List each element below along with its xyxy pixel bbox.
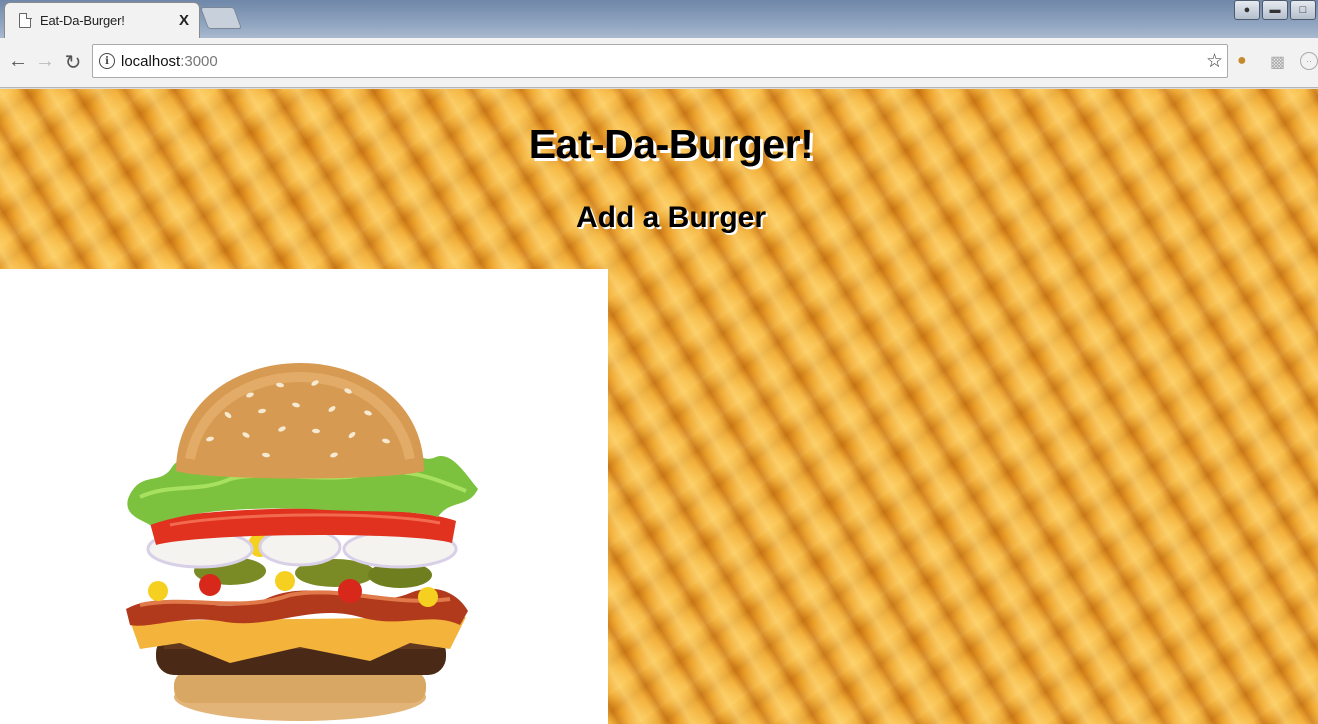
reload-icon[interactable]: ↻ <box>61 50 85 75</box>
tab-close-button[interactable]: X <box>179 12 189 29</box>
url-port: :3000 <box>180 52 218 70</box>
tab-title: Eat-Da-Burger! <box>40 13 125 28</box>
page-title: Eat-Da-Burger! <box>528 121 814 167</box>
url-host: localhost <box>121 52 181 70</box>
page-background-fries: Eat-Da-Burger! Add a Burger <box>0 89 1318 724</box>
window-controls: ● ▬ □ <box>1234 0 1316 20</box>
document-icon <box>19 12 32 28</box>
new-tab-button[interactable] <box>199 7 243 29</box>
star-icon[interactable]: ☆ <box>1206 50 1223 73</box>
back-icon[interactable]: ← <box>6 50 30 73</box>
burger-image-panel <box>0 269 608 724</box>
burger-image <box>126 363 478 721</box>
add-burger-heading: Add a Burger <box>575 201 767 234</box>
cookie-icon[interactable]: ● <box>1237 52 1247 70</box>
address-bar[interactable]: i localhost :3000 ☆ <box>92 44 1228 78</box>
user-icon[interactable]: ● <box>1234 0 1260 20</box>
browser-titlebar: Eat-Da-Burger! X ● ▬ □ <box>0 0 1318 38</box>
forward-icon[interactable]: → <box>33 50 57 73</box>
extension-icon[interactable]: ·· <box>1300 52 1318 70</box>
restore-button[interactable]: □ <box>1290 0 1316 20</box>
info-icon[interactable]: i <box>99 53 115 69</box>
browser-tab[interactable]: Eat-Da-Burger! X <box>4 2 200 38</box>
browser-toolbar: ← → ↻ i localhost :3000 ☆ ● ▩ ·· <box>0 38 1318 88</box>
lock-icon[interactable]: ▩ <box>1270 52 1285 72</box>
minimize-button[interactable]: ▬ <box>1262 0 1288 20</box>
